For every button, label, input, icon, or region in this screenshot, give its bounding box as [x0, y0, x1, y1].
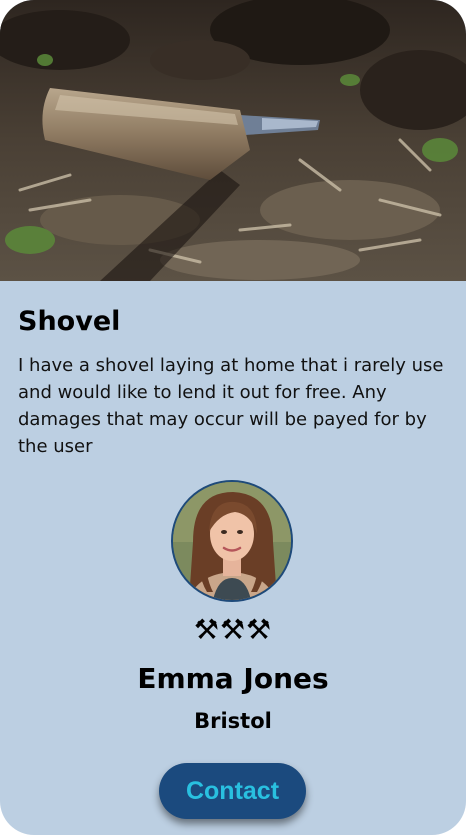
listing-title: Shovel: [18, 306, 121, 337]
owner-name: Emma Jones: [137, 662, 329, 695]
contact-button[interactable]: Contact: [159, 763, 306, 819]
owner-avatar[interactable]: [171, 480, 293, 602]
listing-description: I have a shovel laying at home that i ra…: [18, 355, 444, 457]
shovel-in-soil-image: [0, 0, 466, 281]
owner-location: Bristol: [194, 709, 272, 733]
owner-rating-hammers-icon: ⚒⚒⚒: [193, 613, 273, 646]
listing-photo: [0, 0, 466, 281]
listing-card: Shovel I have a shovel laying at home th…: [0, 0, 466, 835]
owner-photo: [173, 482, 291, 600]
